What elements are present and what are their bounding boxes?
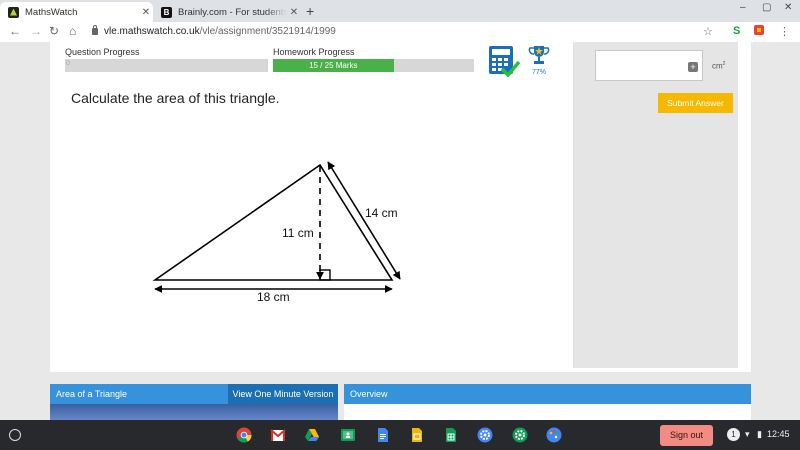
question-progress-bar: 0: [65, 59, 268, 72]
maximize-icon[interactable]: ▢: [762, 2, 771, 13]
right-angle-mark: [319, 269, 331, 281]
triangle-shape: [152, 163, 394, 281]
battery-icon[interactable]: ▮: [757, 429, 762, 440]
forward-icon[interactable]: →: [30, 24, 42, 38]
menu-kebab-icon[interactable]: ⋮: [779, 25, 790, 38]
settings-alt-icon[interactable]: [512, 427, 528, 443]
wifi-icon[interactable]: ▾: [745, 429, 750, 440]
video-title: Area of a Triangle: [56, 389, 128, 399]
minimize-icon[interactable]: –: [740, 2, 746, 13]
unit-superscript: 2: [722, 61, 726, 67]
gmail-icon[interactable]: [270, 427, 286, 443]
google-classroom-icon[interactable]: [340, 427, 356, 443]
close-icon[interactable]: ✕: [139, 7, 153, 18]
tab-title: Brainly.com - For students. By students: [178, 6, 287, 18]
os-shelf: Sign out 1 ▾ ▮ 12:45: [0, 420, 800, 450]
answer-panel: [573, 42, 738, 368]
sign-out-button[interactable]: Sign out: [660, 425, 713, 446]
google-slides-icon[interactable]: [409, 427, 425, 443]
clock[interactable]: 12:45: [767, 429, 790, 439]
question-progress-label: Question Progress: [65, 47, 140, 57]
url-host: vle.mathswatch.co.uk: [104, 26, 200, 37]
mathswatch-favicon-icon: [8, 6, 19, 18]
lock-icon: [92, 25, 98, 35]
reload-icon[interactable]: ↻: [49, 24, 59, 38]
close-window-icon[interactable]: ✕: [784, 2, 792, 13]
chrome-icon[interactable]: [236, 427, 252, 443]
homework-progress-label: Homework Progress: [273, 47, 355, 57]
plus-icon[interactable]: +: [688, 62, 698, 72]
google-sheets-icon[interactable]: [443, 427, 459, 443]
calculator-icon[interactable]: [488, 45, 520, 77]
view-one-minute-button[interactable]: View One Minute Version: [228, 384, 338, 404]
notification-count[interactable]: 1: [727, 428, 740, 441]
tab-mathswatch[interactable]: MathsWatch ✕: [0, 2, 153, 22]
question-text: Calculate the area of this triangle.: [71, 90, 280, 106]
homework-progress-bar: 15 / 25 Marks: [273, 59, 474, 72]
bookmark-star-icon[interactable]: ☆: [703, 25, 713, 38]
tab-title: MathsWatch: [25, 6, 78, 18]
question-progress-value: 0: [66, 60, 70, 67]
homework-progress-fill: 15 / 25 Marks: [273, 59, 394, 72]
home-icon[interactable]: ⌂: [69, 24, 76, 38]
side-arrow: [327, 161, 401, 280]
tab-brainly[interactable]: B Brainly.com - For students. By student…: [153, 2, 301, 22]
canvas-palette-icon[interactable]: [546, 427, 562, 443]
url-path: /vle/assignment/3521914/1999: [199, 26, 336, 37]
page-content: Question Progress 0 Homework Progress 15…: [0, 42, 800, 420]
answer-unit: cm2: [712, 61, 725, 71]
close-icon[interactable]: ✕: [287, 7, 301, 18]
brainly-favicon-icon: B: [161, 6, 172, 18]
extension-s-icon[interactable]: S: [733, 25, 740, 37]
back-icon[interactable]: ←: [9, 24, 21, 38]
launcher-icon[interactable]: [9, 429, 21, 441]
browser-toolbar: ← → ↻ ⌂ vle.mathswatch.co.uk/vle/assignm…: [0, 22, 800, 42]
google-docs-icon[interactable]: [375, 427, 391, 443]
overview-panel-body: [344, 404, 751, 420]
trophy-icon: [528, 46, 550, 64]
tab-strip: MathsWatch ✕ B Brainly.com - For student…: [0, 0, 800, 22]
overview-panel-header: Overview: [344, 384, 751, 404]
base-label: 18 cm: [257, 290, 290, 304]
video-thumbnail[interactable]: [50, 404, 338, 420]
side-label: 14 cm: [365, 206, 398, 220]
height-label: 11 cm: [282, 226, 314, 240]
google-drive-icon[interactable]: [304, 427, 320, 443]
address-bar[interactable]: vle.mathswatch.co.uk/vle/assignment/3521…: [104, 26, 336, 37]
submit-answer-button[interactable]: Submit Answer: [658, 93, 733, 113]
trophy-percent: 77%: [532, 69, 547, 76]
answer-input[interactable]: +: [595, 50, 703, 81]
settings-gear-icon[interactable]: [477, 427, 493, 443]
extension-color-icon[interactable]: [754, 25, 764, 38]
unit-text: cm: [712, 61, 723, 71]
new-tab-icon[interactable]: +: [306, 3, 314, 19]
overview-title: Overview: [350, 389, 388, 399]
